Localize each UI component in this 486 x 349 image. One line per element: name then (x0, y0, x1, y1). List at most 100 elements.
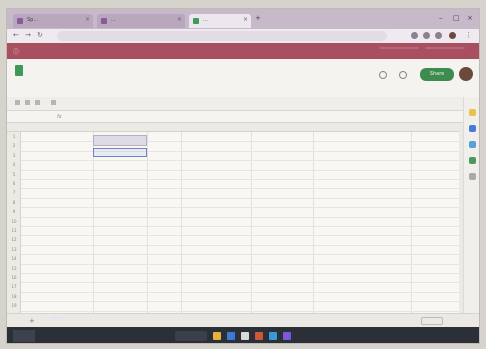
grid-line (21, 141, 459, 143)
tab-label: Sp... (27, 17, 39, 23)
history-icon[interactable] (379, 71, 387, 79)
share-button[interactable]: Share (420, 68, 454, 81)
banner-dismiss-button[interactable] (425, 47, 465, 49)
start-button[interactable] (13, 330, 35, 342)
minimize-icon[interactable]: – (439, 14, 443, 22)
close-tab-icon[interactable]: × (85, 16, 90, 23)
grid-line (411, 132, 412, 313)
add-sheet-icon[interactable]: + (29, 317, 35, 325)
redo-icon[interactable] (25, 100, 30, 105)
tasks-icon[interactable] (469, 125, 476, 132)
chrome-icon[interactable] (241, 332, 249, 340)
app-icon[interactable] (269, 332, 277, 340)
row-number[interactable]: 11 (9, 228, 19, 233)
row-number[interactable]: 13 (9, 247, 19, 252)
extension-icon[interactable] (435, 32, 442, 39)
reload-icon[interactable]: ↻ (37, 31, 43, 39)
grid-line (21, 263, 459, 265)
row-number[interactable]: 1 (9, 134, 19, 139)
grid-line (21, 207, 459, 209)
row-number[interactable]: 9 (9, 209, 19, 214)
row-number[interactable]: 14 (9, 256, 19, 261)
row-number[interactable]: 3 (9, 153, 19, 158)
tab-favicon-icon (193, 18, 199, 24)
grid-line (181, 132, 182, 313)
zoom-select[interactable] (51, 100, 56, 105)
grid-line (147, 132, 148, 313)
row-number[interactable]: 7 (9, 190, 19, 195)
row-number[interactable]: 8 (9, 200, 19, 205)
taskbar (7, 327, 479, 343)
info-icon: ⓘ (13, 49, 20, 56)
browser-tab-active[interactable]: ... × (189, 14, 251, 28)
tab-label: ... (203, 17, 208, 23)
calendar-icon[interactable] (469, 141, 476, 148)
formatting-toolbar (7, 97, 479, 111)
close-tab-icon[interactable]: × (177, 16, 182, 23)
comments-icon[interactable] (399, 71, 407, 79)
grid-line (93, 132, 94, 313)
row-number[interactable]: 6 (9, 181, 19, 186)
address-bar[interactable] (57, 31, 387, 41)
browser-tab-strip: Sp... × ... × ... × + – □ × (7, 9, 479, 29)
cell-tooltip (93, 135, 147, 146)
row-number[interactable]: 16 (9, 275, 19, 280)
edge-icon[interactable] (227, 332, 235, 340)
keep-icon[interactable] (469, 109, 476, 116)
row-header-column[interactable]: 1 2 3 4 5 6 7 8 9 10 11 12 13 14 15 16 17 18 19 (7, 132, 21, 313)
back-icon[interactable]: ← (13, 31, 19, 39)
avatar[interactable] (459, 67, 473, 81)
spreadsheet-grid[interactable]: 1 2 3 4 5 6 7 8 9 10 11 12 13 14 15 16 17 18 19 (7, 123, 459, 313)
maximize-icon[interactable]: □ (453, 14, 460, 22)
sheets-header: Share (7, 59, 479, 97)
grid-line (21, 197, 459, 199)
add-on-icon[interactable] (469, 173, 476, 180)
profile-icon[interactable] (449, 32, 456, 39)
sheet-tabs-bar: + (7, 313, 479, 327)
monitor-screen: Sp... × ... × ... × + – □ × ← → ↻ ⋮ ⓘ Sh… (6, 8, 480, 344)
forward-icon[interactable]: → (25, 31, 31, 39)
undo-icon[interactable] (15, 100, 20, 105)
explore-button[interactable] (421, 317, 443, 325)
grid-line (21, 282, 459, 284)
close-window-icon[interactable]: × (467, 14, 473, 22)
banner-action-button[interactable] (379, 47, 419, 49)
extension-icon[interactable] (423, 32, 430, 39)
row-number[interactable]: 12 (9, 237, 19, 242)
contacts-icon[interactable] (469, 157, 476, 164)
tab-label: ... (111, 17, 116, 23)
row-number[interactable]: 18 (9, 294, 19, 299)
selected-cell[interactable] (93, 148, 147, 157)
grid-line (21, 301, 459, 303)
grid-line (21, 273, 459, 274)
print-icon[interactable] (35, 100, 40, 105)
grid-line (21, 150, 459, 152)
sheets-logo-icon[interactable] (15, 65, 23, 76)
row-number[interactable]: 15 (9, 266, 19, 271)
new-tab-icon[interactable]: + (255, 14, 261, 22)
grid-line (21, 169, 459, 171)
row-number[interactable]: 17 (9, 284, 19, 289)
row-number[interactable]: 19 (9, 303, 19, 308)
row-number[interactable]: 5 (9, 172, 19, 177)
grid-line (21, 179, 459, 180)
grid-line (21, 216, 459, 218)
browser-tab[interactable]: ... × (97, 14, 185, 28)
extension-icon[interactable] (411, 32, 418, 39)
browser-toolbar: ← → ↻ ⋮ (7, 29, 479, 43)
app-icon[interactable] (283, 332, 291, 340)
file-explorer-icon[interactable] (213, 332, 221, 340)
app-icon[interactable] (255, 332, 263, 340)
close-tab-icon[interactable]: × (243, 16, 248, 23)
row-number[interactable]: 2 (9, 143, 19, 148)
browser-tab[interactable]: Sp... × (13, 14, 93, 28)
column-header-row[interactable] (7, 123, 459, 132)
grid-line (251, 132, 252, 313)
taskbar-search[interactable] (175, 331, 207, 341)
row-number[interactable]: 10 (9, 219, 19, 224)
browser-menu-icon[interactable]: ⋮ (465, 31, 472, 39)
grid-line (313, 132, 314, 313)
notification-banner: ⓘ (7, 43, 479, 59)
row-number[interactable]: 4 (9, 162, 19, 167)
sheet-tab[interactable] (51, 317, 63, 319)
